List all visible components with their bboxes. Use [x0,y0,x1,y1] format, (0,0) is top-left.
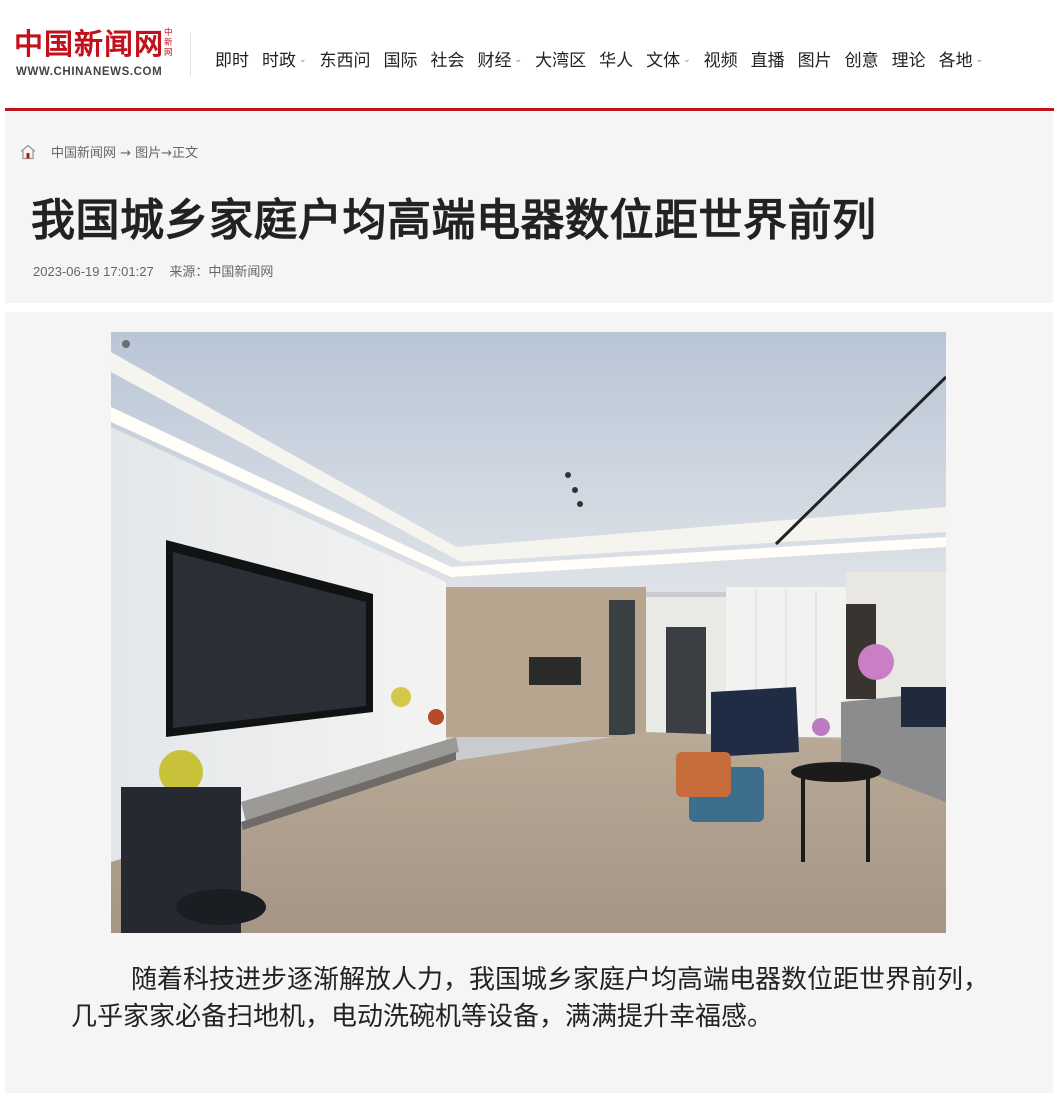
nav-item-label: 社会 [430,51,465,71]
nav-item-label: 华人 [599,51,634,71]
logo-english-text: WWW.CHINANEWS.COM [16,66,163,78]
article-paragraph: 随着科技进步逐渐解放人力，我国城乡家庭户均高端电器数位距世界前列，几乎家家必备扫… [71,965,990,1032]
nav-item-label: 各地 [938,51,973,71]
nav-item-label: 东西问 [319,51,371,71]
logo-divider [190,32,191,76]
logo-chinese-text: 中国新闻网 [14,27,165,61]
nav-item-13[interactable]: 理论 [892,46,926,71]
article-source: 来源：中国新闻网 [169,264,274,279]
nav-item-label: 时政 [262,51,296,71]
logo-vertical-text: 中新网 [164,28,173,58]
nav-item-0[interactable]: 即时 [215,46,249,71]
nav-item-5[interactable]: 财经 ⌄ [478,46,523,71]
article-header: 中国新闻网 → 图片→正文 我国城乡家庭户均高端电器数位距世界前列 2023-0… [5,112,1053,303]
article-meta: 2023-06-19 17:01:27 来源：中国新闻网 [33,261,285,280]
nav-item-4[interactable]: 社会 [431,46,465,71]
nav-item-label: 视频 [703,51,738,71]
chevron-down-icon: ⌄ [683,54,691,65]
nav-item-9[interactable]: 视频 [704,46,738,71]
article-body: 随着科技进步逐渐解放人力，我国城乡家庭户均高端电器数位距世界前列，几乎家家必备扫… [5,312,1053,1093]
chevron-down-icon: ⌄ [975,54,984,65]
nav-item-label: 即时 [215,51,249,71]
chevron-down-icon: ⌄ [514,54,523,65]
nav-item-14[interactable]: 各地 ⌄ [939,46,984,71]
nav-item-7[interactable]: 华人 [599,46,633,71]
publish-datetime: 2023-06-19 17:01:27 [33,264,154,279]
nav-item-8[interactable]: 文体 ⌄ [646,46,691,71]
nav-item-label: 直播 [750,51,785,71]
nav-item-6[interactable]: 大湾区 [535,46,586,71]
header-red-rule [5,108,1054,111]
nav-item-label: 创意 [844,51,879,71]
page-title: 我国城乡家庭户均高端电器数位距世界前列 [31,195,877,246]
site-header: 中国新闻网 中新网 WWW.CHINANEWS.COM 即时 时政 ⌄ 东西问 国际 社会… [0,0,1054,108]
main-nav: 即时 时政 ⌄ 东西问 国际 社会 财经 ⌄ 大湾区 华人 文体 ⌄ 视频 直播 图片 创意 理论 各地 ⌄ [215,46,996,71]
home-icon[interactable] [19,143,37,161]
nav-item-label: 文体 [646,51,681,71]
nav-item-label: 大湾区 [535,51,587,71]
nav-item-2[interactable]: 东西问 [320,46,371,71]
breadcrumb-text[interactable]: 中国新闻网 → 图片→正文 [51,142,198,161]
site-logo[interactable]: 中国新闻网 中新网 WWW.CHINANEWS.COM [14,26,178,82]
nav-item-label: 国际 [383,51,418,71]
article-photo [111,332,946,933]
nav-item-label: 财经 [477,51,512,71]
nav-item-label: 理论 [891,51,926,71]
breadcrumb: 中国新闻网 → 图片→正文 [19,142,198,161]
nav-item-12[interactable]: 创意 [845,46,879,71]
nav-item-label: 图片 [797,51,832,71]
nav-item-11[interactable]: 图片 [798,46,832,71]
chevron-down-icon: ⌄ [299,54,307,65]
nav-item-1[interactable]: 时政 ⌄ [262,46,307,71]
nav-item-3[interactable]: 国际 [384,46,418,71]
nav-item-10[interactable]: 直播 [751,46,785,71]
